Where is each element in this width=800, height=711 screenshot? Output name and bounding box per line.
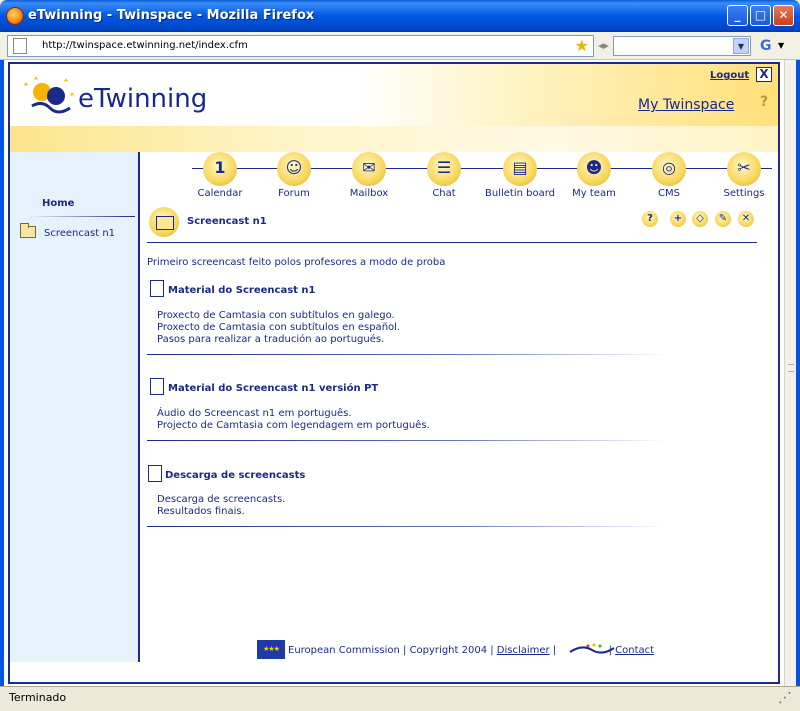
page-description: Primeiro screencast feito polos profesor…: [147, 257, 446, 268]
folders-icon: [149, 207, 179, 237]
my-team-label: My team: [572, 188, 616, 199]
status-bar: Terminado ⋰: [0, 686, 800, 711]
vertical-scrollbar[interactable]: [784, 60, 796, 686]
sidebar-item-home[interactable]: Home: [42, 198, 74, 209]
cms-globe-icon: ◎: [652, 152, 686, 186]
go-arrows-icon: ◂▸: [598, 39, 610, 52]
eu-flag-icon: ★★★: [257, 640, 285, 659]
documents-icon: [147, 280, 164, 301]
bulletin-board-button[interactable]: ▤ Bulletin board: [480, 152, 560, 199]
cms-label: CMS: [658, 188, 680, 199]
bookmark-star-icon[interactable]: ★: [575, 36, 589, 55]
calendar-button[interactable]: 1 Calendar: [180, 152, 260, 199]
list-item[interactable]: Pasos para realizar a tradución ao portu…: [157, 334, 384, 345]
settings-button[interactable]: ✂ Settings: [704, 152, 778, 199]
my-twinspace-link[interactable]: My Twinspace: [638, 97, 734, 113]
modify-icon[interactable]: ✎: [715, 211, 731, 227]
folder-icon[interactable]: [20, 223, 36, 238]
page-actions: ? + ◇ ✎ ✕: [642, 211, 762, 229]
footer-commission: European Commission: [288, 645, 400, 656]
logout-link[interactable]: Logout: [710, 70, 749, 81]
chat-icon: ☰: [427, 152, 461, 186]
chat-label: Chat: [432, 188, 456, 199]
chat-button[interactable]: ☰ Chat: [404, 152, 484, 199]
page-title: Screencast n1: [187, 216, 267, 227]
list-item[interactable]: Proxecto de Camtasia con subtítulos en e…: [157, 322, 400, 333]
address-bar[interactable]: http://twinspace.etwinning.net/index.cfm…: [7, 35, 594, 57]
close-icon[interactable]: X: [756, 67, 772, 82]
section-title[interactable]: Material do Screencast n1: [168, 285, 316, 296]
firefox-icon: [6, 7, 24, 25]
socrates-logo-icon: [569, 643, 615, 654]
scrollbar-grip[interactable]: [788, 364, 794, 372]
sidebar: Home Screencast n1: [10, 152, 140, 662]
minimize-button[interactable]: _: [727, 5, 748, 26]
edit-icon[interactable]: ◇: [692, 211, 708, 227]
mailbox-button[interactable]: ✉ Mailbox: [329, 152, 409, 199]
list-item[interactable]: Resultados finais.: [157, 506, 245, 517]
sidebar-item-screencast[interactable]: Screencast n1: [44, 228, 115, 239]
list-item[interactable]: Proxecto de Camtasia con subtítulos en g…: [157, 310, 395, 321]
search-dropdown-icon[interactable]: ▼: [733, 38, 749, 54]
resize-grip-icon[interactable]: ⋰: [778, 690, 792, 706]
bulletin-board-icon: ▤: [503, 152, 537, 186]
divider: [147, 526, 667, 527]
list-item[interactable]: Descarga de screencasts.: [157, 494, 285, 505]
help-action-icon[interactable]: ?: [642, 211, 658, 227]
my-team-button[interactable]: ☻ My team: [554, 152, 634, 199]
section-title[interactable]: Descarga de screencasts: [165, 470, 305, 481]
forum-button[interactable]: ☺ Forum: [254, 152, 334, 199]
add-icon[interactable]: +: [670, 211, 686, 227]
logo-text[interactable]: eTwinning: [78, 84, 207, 114]
status-text: Terminado: [9, 691, 67, 704]
list-item[interactable]: Projecto de Camtasia com legendagem em p…: [157, 420, 430, 431]
list-item[interactable]: Áudio do Screencast n1 em português.: [157, 408, 352, 419]
page-viewport: eTwinning Logout X My Twinspace ? Home S…: [4, 60, 784, 686]
search-input[interactable]: ▼: [613, 36, 751, 56]
settings-label: Settings: [723, 188, 765, 199]
calendar-label: Calendar: [197, 188, 243, 199]
google-search-icon[interactable]: G: [760, 38, 772, 54]
bulletin-board-label: Bulletin board: [485, 188, 555, 199]
window-frame-right: [796, 60, 800, 711]
site-header: eTwinning Logout X My Twinspace ?: [10, 64, 778, 152]
window-title: eTwinning - Twinspace - Mozilla Firefox: [28, 8, 315, 23]
documents-icon: [147, 378, 164, 399]
calendar-icon: 1: [203, 152, 237, 186]
divider: [147, 354, 667, 355]
divider: [20, 216, 135, 217]
settings-tools-icon: ✂: [727, 152, 761, 186]
delete-icon[interactable]: ✕: [738, 211, 754, 227]
twinspace-frame: eTwinning Logout X My Twinspace ? Home S…: [8, 62, 780, 684]
navigation-toolbar: http://twinspace.etwinning.net/index.cfm…: [0, 32, 800, 60]
disclaimer-link[interactable]: Disclaimer: [497, 645, 550, 656]
page-icon: [13, 38, 27, 54]
tools-toolbar: 1 Calendar ☺ Forum ✉ Mailbox ☰ Chat ▤ Bu…: [142, 152, 778, 202]
divider: [147, 242, 757, 243]
mailbox-label: Mailbox: [349, 188, 389, 199]
footer-copyright: Copyright 2004: [409, 645, 488, 656]
forum-icon: ☺: [277, 152, 311, 186]
window-titlebar: eTwinning - Twinspace - Mozilla Firefox …: [0, 0, 800, 32]
cms-button[interactable]: ◎ CMS: [629, 152, 709, 199]
section-title[interactable]: Material do Screencast n1 versión PT: [168, 383, 378, 394]
etwinning-logo-icon: [24, 76, 74, 114]
chevron-down-icon[interactable]: ▼: [778, 41, 784, 50]
document-icon: [148, 465, 162, 482]
url-text[interactable]: http://twinspace.etwinning.net/index.cfm: [42, 40, 248, 51]
close-window-button[interactable]: ✕: [773, 5, 794, 26]
help-icon[interactable]: ?: [760, 94, 768, 110]
forum-label: Forum: [278, 188, 310, 199]
team-icon: ☻: [577, 152, 611, 186]
mailbox-icon: ✉: [352, 152, 386, 186]
header-strip: [10, 126, 778, 152]
maximize-button[interactable]: □: [750, 5, 771, 26]
contact-link[interactable]: Contact: [615, 645, 654, 656]
divider: [147, 440, 667, 441]
